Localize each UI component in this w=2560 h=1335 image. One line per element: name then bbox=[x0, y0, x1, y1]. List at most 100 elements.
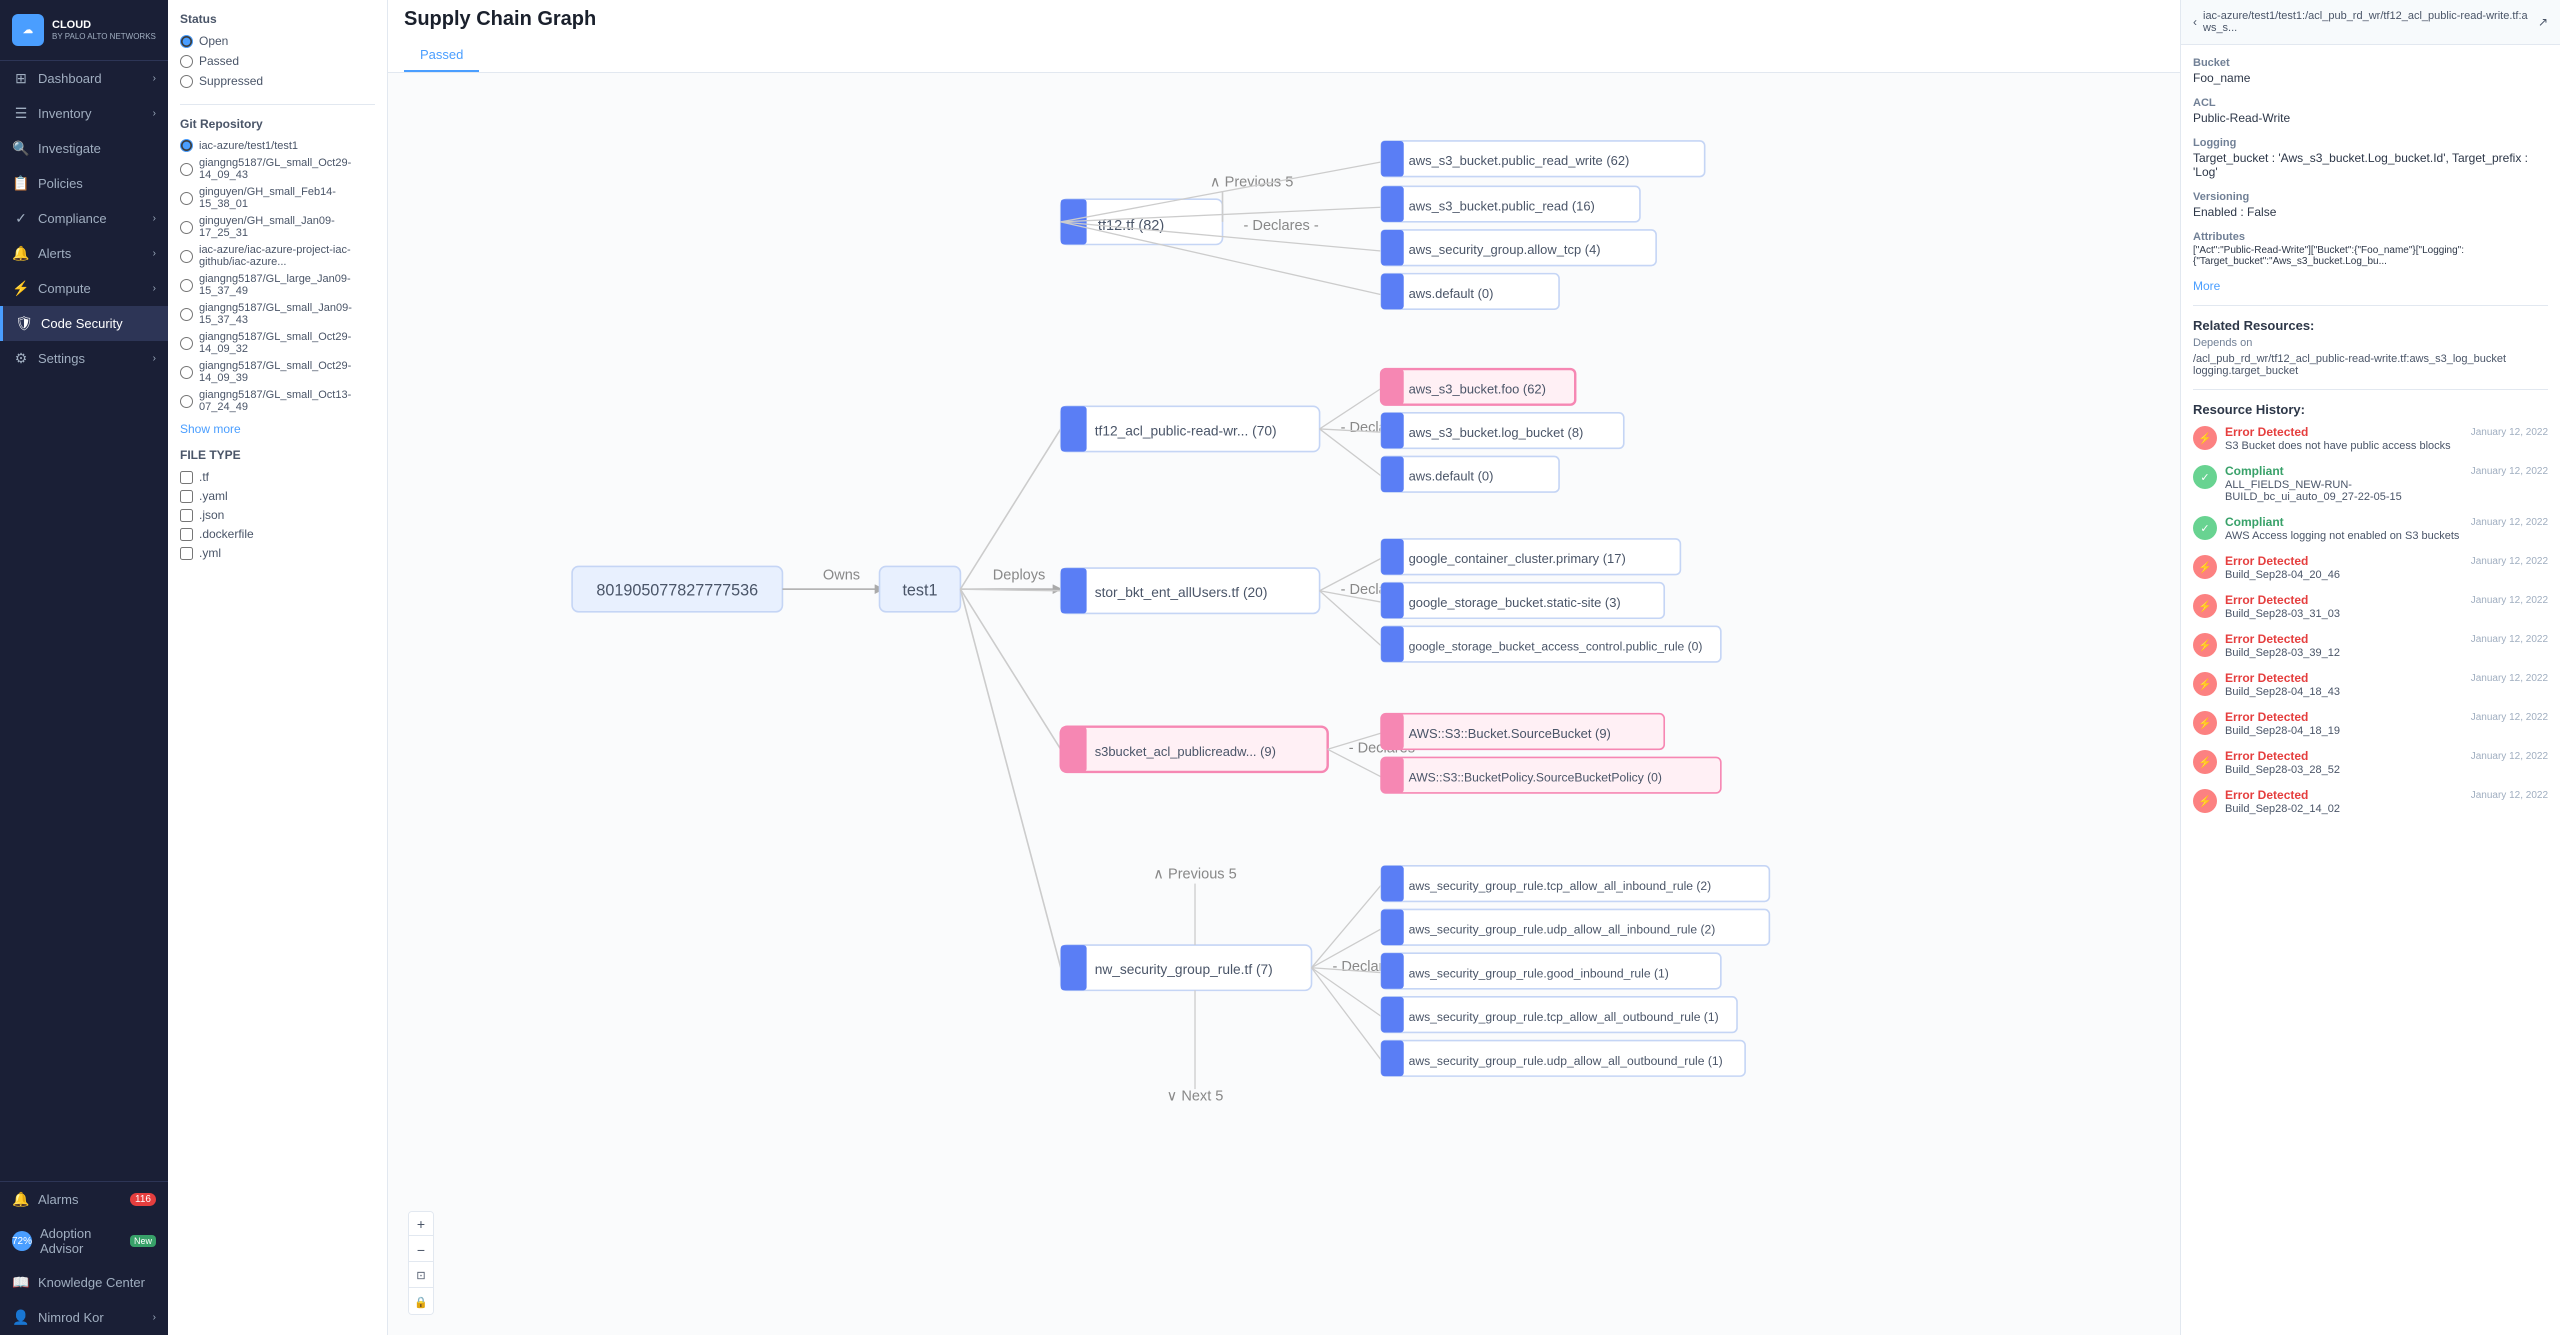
resource-path: iac-azure/test1/test1:/acl_pub_rd_wr/tf1… bbox=[2203, 10, 2532, 34]
svg-text:aws_security_group_rule.tcp_al: aws_security_group_rule.tcp_allow_all_in… bbox=[1409, 879, 1712, 893]
zoom-out-button[interactable]: − bbox=[409, 1238, 433, 1262]
collapse-right-icon[interactable]: ‹ bbox=[2193, 15, 2197, 29]
zoom-in-button[interactable]: + bbox=[409, 1212, 433, 1236]
supply-chain-graph: 801905077827777536 Owns test1 Deploys tf… bbox=[388, 73, 2180, 1335]
history-item-9: ⚡ Error Detected Build_Sep28-02_14_02 Ja… bbox=[2193, 788, 2548, 815]
nav-code-security[interactable]: 🛡 Code Security bbox=[0, 306, 168, 341]
more-link[interactable]: More bbox=[2193, 279, 2548, 293]
repo-item-8[interactable]: giangng5187/GL_small_Oct29-14_09_39 bbox=[180, 360, 375, 384]
right-panel: ‹ iac-azure/test1/test1:/acl_pub_rd_wr/t… bbox=[2180, 0, 2560, 1335]
svg-text:801905077827777536: 801905077827777536 bbox=[596, 582, 758, 600]
nav-alerts[interactable]: 🔔 Alerts › bbox=[0, 236, 168, 271]
graph-area: 801905077827777536 Owns test1 Deploys tf… bbox=[388, 73, 2180, 1335]
svg-text:google_storage_bucket_access_c: google_storage_bucket_access_control.pub… bbox=[1409, 640, 1703, 654]
repo-item-6[interactable]: giangng5187/GL_small_Jan09-15_37_43 bbox=[180, 302, 375, 326]
chevron-icon: › bbox=[153, 1312, 156, 1323]
compliant-icon-2: ✓ bbox=[2193, 516, 2217, 540]
file-type-group: .tf .yaml .json .dockerfile .yml bbox=[180, 470, 375, 560]
related-resources-title: Related Resources: bbox=[2193, 318, 2548, 333]
nav-adoption-advisor[interactable]: 72% Adoption Advisor New bbox=[0, 1217, 168, 1265]
nav-alarms[interactable]: 🔔 Alarms 116 bbox=[0, 1182, 168, 1217]
zoom-controls: + − ⊡ 🔒 bbox=[408, 1211, 434, 1315]
nav-policies[interactable]: 📋 Policies bbox=[0, 166, 168, 201]
chevron-icon: › bbox=[153, 248, 156, 259]
compliance-icon: ✓ bbox=[12, 210, 30, 227]
filetype-dockerfile[interactable]: .dockerfile bbox=[180, 527, 375, 541]
svg-text:google_storage_bucket.static-s: google_storage_bucket.static-site (3) bbox=[1409, 595, 1621, 610]
svg-text:∧ Previous 5: ∧ Previous 5 bbox=[1153, 867, 1236, 883]
chevron-icon: › bbox=[153, 353, 156, 364]
svg-text:aws_s3_bucket.foo (62): aws_s3_bucket.foo (62) bbox=[1409, 381, 1546, 396]
settings-icon: ⚙ bbox=[12, 350, 30, 367]
history-item-2: ✓ Compliant AWS Access logging not enabl… bbox=[2193, 515, 2548, 542]
chevron-icon: › bbox=[153, 213, 156, 224]
filter-panel: Status Open Passed Suppressed Git Reposi… bbox=[168, 0, 388, 1335]
error-icon-5: ⚡ bbox=[2193, 633, 2217, 657]
user-icon: 👤 bbox=[12, 1309, 30, 1326]
filetype-json[interactable]: .json bbox=[180, 508, 375, 522]
right-panel-body: Bucket Foo_name ACL Public-Read-Write Lo… bbox=[2181, 45, 2560, 839]
chevron-icon: › bbox=[153, 108, 156, 119]
nav-label-dashboard: Dashboard bbox=[38, 71, 102, 86]
nav-label-user: Nimrod Kor bbox=[38, 1310, 104, 1325]
history-item-7: ⚡ Error Detected Build_Sep28-04_18_19 Ja… bbox=[2193, 710, 2548, 737]
nav-settings[interactable]: ⚙ Settings › bbox=[0, 341, 168, 376]
error-icon-3: ⚡ bbox=[2193, 555, 2217, 579]
svg-text:aws.default (0): aws.default (0) bbox=[1409, 286, 1494, 301]
svg-text:AWS::S3::BucketPolicy.SourceBu: AWS::S3::BucketPolicy.SourceBucketPolicy… bbox=[1409, 771, 1662, 785]
nav-label-compute: Compute bbox=[38, 281, 91, 296]
filetype-yaml[interactable]: .yaml bbox=[180, 489, 375, 503]
repo-item-4[interactable]: iac-azure/iac-azure-project-iac-github/i… bbox=[180, 244, 375, 268]
svg-text:s3bucket_acl_publicreadw... (9: s3bucket_acl_publicreadw... (9) bbox=[1095, 744, 1276, 759]
external-link-icon[interactable]: ↗ bbox=[2538, 15, 2548, 29]
history-item-4: ⚡ Error Detected Build_Sep28-03_31_03 Ja… bbox=[2193, 593, 2548, 620]
repo-item-9[interactable]: giangng5187/GL_small_Oct13-07_24_49 bbox=[180, 389, 375, 413]
nav-nimrod-kor[interactable]: 👤 Nimrod Kor › bbox=[0, 1300, 168, 1335]
fit-button[interactable]: ⊡ bbox=[409, 1264, 433, 1288]
nav-knowledge-center[interactable]: 📖 Knowledge Center bbox=[0, 1265, 168, 1300]
svg-text:∨ Next 5: ∨ Next 5 bbox=[1167, 1088, 1224, 1104]
code-security-icon: 🛡 bbox=[15, 315, 33, 332]
status-filter-title: Status bbox=[180, 12, 375, 26]
status-suppressed[interactable]: Suppressed bbox=[180, 74, 375, 88]
svg-text:Owns: Owns bbox=[823, 567, 860, 583]
svg-text:aws_security_group_rule.udp_al: aws_security_group_rule.udp_allow_all_in… bbox=[1409, 923, 1716, 937]
svg-text:AWS::S3::Bucket.SourceBucket (: AWS::S3::Bucket.SourceBucket (9) bbox=[1409, 726, 1611, 741]
tab-passed[interactable]: Passed bbox=[404, 39, 479, 72]
nav-label-investigate: Investigate bbox=[38, 141, 101, 156]
repo-item-7[interactable]: giangng5187/GL_small_Oct29-14_09_32 bbox=[180, 331, 375, 355]
nav-label-knowledge-center: Knowledge Center bbox=[38, 1275, 145, 1290]
nav-label-alarms: Alarms bbox=[38, 1192, 78, 1207]
svg-text:nw_security_group_rule.tf (7): nw_security_group_rule.tf (7) bbox=[1095, 962, 1273, 977]
status-open[interactable]: Open bbox=[180, 34, 375, 48]
nav-investigate[interactable]: 🔍 Investigate bbox=[0, 131, 168, 166]
alarms-badge: 116 bbox=[130, 1193, 156, 1206]
nav-compute[interactable]: ⚡ Compute › bbox=[0, 271, 168, 306]
detail-attributes: Attributes ["Act":"Public-Read-Write"]["… bbox=[2193, 231, 2548, 267]
repo-item-5[interactable]: giangng5187/GL_large_Jan09-15_37_49 bbox=[180, 273, 375, 297]
filetype-yml[interactable]: .yml bbox=[180, 546, 375, 560]
repo-item-1[interactable]: giangng5187/GL_small_Oct29-14_09_43 bbox=[180, 157, 375, 181]
show-more-link[interactable]: Show more bbox=[180, 422, 241, 436]
repo-list: iac-azure/test1/test1 giangng5187/GL_sma… bbox=[180, 139, 375, 413]
nav-compliance[interactable]: ✓ Compliance › bbox=[0, 201, 168, 236]
nav-label-compliance: Compliance bbox=[38, 211, 107, 226]
knowledge-center-icon: 📖 bbox=[12, 1274, 30, 1291]
svg-text:aws_s3_bucket.public_read (16): aws_s3_bucket.public_read (16) bbox=[1409, 199, 1595, 214]
repo-item-3[interactable]: ginguyen/GH_small_Jan09-17_25_31 bbox=[180, 215, 375, 239]
filetype-tf[interactable]: .tf bbox=[180, 470, 375, 484]
history-item-8: ⚡ Error Detected Build_Sep28-03_28_52 Ja… bbox=[2193, 749, 2548, 776]
status-passed[interactable]: Passed bbox=[180, 54, 375, 68]
repo-item-2[interactable]: ginguyen/GH_small_Feb14-15_38_01 bbox=[180, 186, 375, 210]
history-item-1: ✓ Compliant ALL_FIELDS_NEW-RUN-BUILD_bc_… bbox=[2193, 464, 2548, 503]
compute-icon: ⚡ bbox=[12, 280, 30, 297]
nav-inventory[interactable]: ☰ Inventory › bbox=[0, 96, 168, 131]
lock-button[interactable]: 🔒 bbox=[409, 1290, 433, 1314]
history-item-6: ⚡ Error Detected Build_Sep28-04_18_43 Ja… bbox=[2193, 671, 2548, 698]
history-item-3: ⚡ Error Detected Build_Sep28-04_20_46 Ja… bbox=[2193, 554, 2548, 581]
depends-on-value: /acl_pub_rd_wr/tf12_acl_public-read-writ… bbox=[2193, 353, 2548, 377]
nav-label-policies: Policies bbox=[38, 176, 83, 191]
repo-item-0[interactable]: iac-azure/test1/test1 bbox=[180, 139, 375, 152]
nav-dashboard[interactable]: ⊞ Dashboard › bbox=[0, 61, 168, 96]
svg-text:aws.default (0): aws.default (0) bbox=[1409, 469, 1494, 484]
